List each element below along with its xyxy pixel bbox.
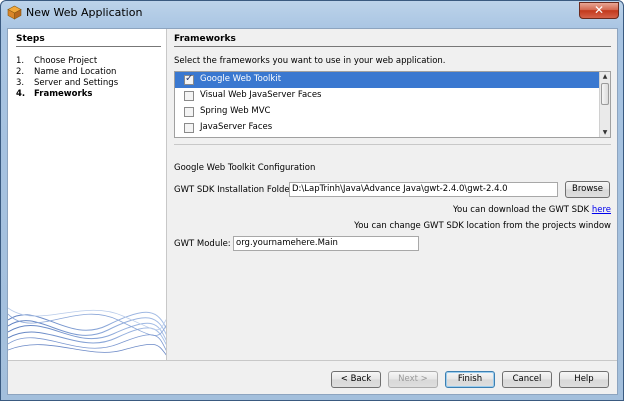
framework-label: JavaServer Faces — [200, 122, 273, 132]
dialog-window: New Web Application ✕ Steps 1. Choose Pro… — [0, 0, 624, 401]
step-label: Name and Location — [34, 67, 117, 77]
finish-button[interactable]: Finish — [445, 371, 495, 388]
panel-divider — [174, 46, 611, 47]
close-icon: ✕ — [593, 3, 605, 17]
steps-title: Steps — [16, 34, 45, 44]
download-note: You can download the GWT SDK here — [453, 205, 611, 215]
browse-button[interactable]: Browse — [565, 181, 610, 198]
footer-divider — [8, 360, 617, 361]
close-button[interactable]: ✕ — [579, 2, 619, 19]
section-divider — [174, 144, 611, 145]
help-button[interactable]: Help — [559, 371, 609, 388]
next-button[interactable]: Next > — [388, 371, 438, 388]
title-bar[interactable]: New Web Application ✕ — [1, 1, 623, 25]
framework-item-spring-mvc[interactable]: Spring Web MVC — [175, 104, 600, 120]
download-link[interactable]: here — [592, 205, 611, 215]
scrollbar-thumb[interactable] — [601, 83, 609, 105]
cancel-button[interactable]: Cancel — [502, 371, 552, 388]
decorative-waves-image — [8, 307, 166, 356]
window-title: New Web Application — [26, 6, 143, 19]
checkmark-icon: ✓ — [185, 73, 194, 84]
gwt-module-label: GWT Module: — [174, 239, 231, 249]
back-button[interactable]: < Back — [331, 371, 381, 388]
download-note-text: You can download the GWT SDK — [452, 205, 592, 215]
step-item-current: 4. Frameworks — [16, 89, 92, 100]
frameworks-list[interactable]: ✓ Google Web Toolkit Visual Web JavaServ… — [174, 71, 611, 138]
framework-label: Spring Web MVC — [200, 106, 271, 116]
client-area: Steps 1. Choose Project 2. Name and Locati… — [7, 28, 618, 395]
step-number: 2. — [16, 67, 25, 77]
step-number: 1. — [16, 56, 25, 66]
framework-label: Visual Web JavaServer Faces — [200, 90, 322, 100]
app-icon — [7, 5, 22, 20]
sdk-folder-label: GWT SDK Installation Folder: — [174, 185, 296, 195]
steps-panel: Steps 1. Choose Project 2. Name and Locati… — [8, 29, 167, 360]
scroll-up-icon[interactable]: ▲ — [600, 72, 610, 81]
scroll-down-icon[interactable]: ▼ — [600, 128, 610, 137]
framework-checkbox[interactable] — [184, 123, 194, 133]
frameworks-scrollbar[interactable]: ▲ ▼ — [599, 72, 610, 137]
step-item: 3. Server and Settings — [16, 78, 118, 89]
sdk-folder-input[interactable]: D:\LapTrinh\Java\Advance Java\gwt-2.4.0\… — [289, 182, 558, 197]
gwt-config-title: Google Web Toolkit Configuration — [174, 163, 316, 173]
gwt-module-input[interactable]: org.yournamehere.Main — [233, 236, 419, 251]
step-number: 4. — [16, 89, 26, 99]
framework-checkbox[interactable] — [184, 91, 194, 101]
step-label: Frameworks — [34, 89, 93, 99]
step-label: Choose Project — [34, 56, 98, 66]
panel-title: Frameworks — [174, 34, 236, 44]
framework-item-jsf[interactable]: JavaServer Faces — [175, 120, 600, 136]
step-number: 3. — [16, 78, 25, 88]
frameworks-panel: Frameworks Select the frameworks you wan… — [174, 29, 614, 360]
location-note: You can change GWT SDK location from the… — [354, 221, 611, 231]
framework-label: Google Web Toolkit — [200, 74, 282, 84]
instructions-text: Select the frameworks you want to use in… — [174, 56, 446, 66]
framework-item-visual-web-jsf[interactable]: Visual Web JavaServer Faces — [175, 88, 600, 104]
step-item: 2. Name and Location — [16, 67, 116, 78]
framework-checkbox[interactable] — [184, 107, 194, 117]
step-item: 1. Choose Project — [16, 56, 97, 67]
framework-item-gwt[interactable]: ✓ Google Web Toolkit — [175, 72, 600, 88]
framework-checkbox[interactable]: ✓ — [184, 73, 194, 85]
steps-divider — [16, 46, 161, 47]
step-label: Server and Settings — [34, 78, 119, 88]
